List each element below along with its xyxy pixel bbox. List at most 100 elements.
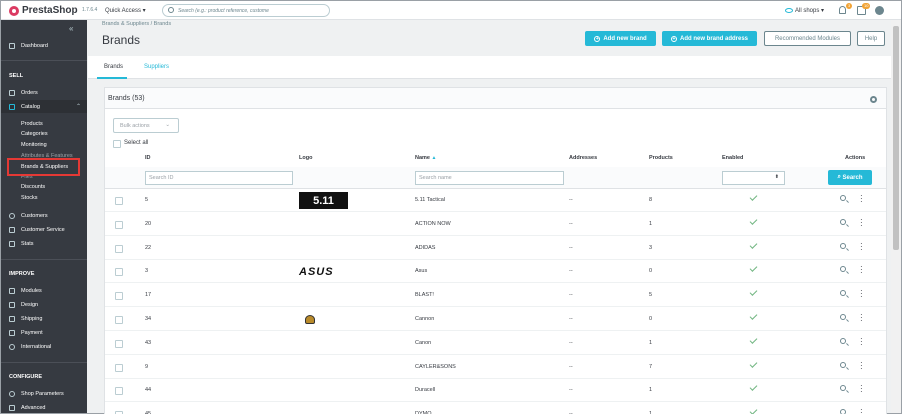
table-row[interactable]: 44 Duracell -- 1 · · · bbox=[105, 379, 886, 403]
add-brand-address-button[interactable]: + Add new brand address bbox=[662, 31, 757, 46]
more-actions-icon[interactable]: ··· bbox=[860, 406, 863, 414]
sidebar-item-customers[interactable]: Customers bbox=[1, 209, 87, 222]
plus-circle-icon: + bbox=[670, 35, 677, 42]
more-actions-icon[interactable]: ··· bbox=[860, 287, 863, 301]
more-actions-icon[interactable]: ··· bbox=[860, 263, 863, 277]
more-actions-icon[interactable]: ··· bbox=[860, 358, 863, 372]
tab-brands[interactable]: Brands bbox=[104, 64, 123, 70]
table-row[interactable]: 17 BLAST! -- 5 · · · bbox=[105, 284, 886, 308]
sidebar-item-customer-service[interactable]: Customer Service bbox=[1, 223, 87, 236]
row-checkbox[interactable] bbox=[115, 220, 123, 229]
table-row[interactable]: 20 ACTION NOW -- 1 · · · bbox=[105, 213, 886, 236]
view-zoom-icon[interactable] bbox=[840, 195, 846, 201]
more-actions-icon[interactable]: ··· bbox=[860, 334, 863, 348]
row-checkbox[interactable] bbox=[115, 363, 123, 372]
enabled-check-icon[interactable] bbox=[749, 312, 758, 320]
view-zoom-icon[interactable] bbox=[840, 361, 846, 368]
view-zoom-icon[interactable] bbox=[840, 385, 846, 392]
more-actions-icon[interactable]: ··· bbox=[860, 192, 863, 206]
table-row[interactable]: 5 5.11 5.11 Tactical -- 8 · · · bbox=[105, 189, 886, 212]
table-row[interactable]: 45DYMO--1··· bbox=[105, 403, 886, 414]
select-all-checkbox[interactable] bbox=[113, 140, 121, 148]
table-row[interactable]: 3 ASUS Asus -- 0 · · · bbox=[105, 260, 886, 284]
sidebar-item-modules[interactable]: Modules bbox=[1, 284, 87, 297]
enabled-check-icon[interactable] bbox=[749, 335, 758, 344]
collapse-sidebar-icon[interactable]: « bbox=[69, 24, 73, 33]
sidebar-item-shop-parameters[interactable]: Shop Parameters bbox=[1, 387, 87, 400]
user-avatar-icon[interactable] bbox=[875, 6, 884, 15]
filter-id-input[interactable]: Search ID bbox=[145, 171, 293, 185]
sidebar-item-stats[interactable]: Stats bbox=[1, 237, 87, 250]
inbox-icon bbox=[9, 89, 15, 96]
table-row[interactable]: 43 Canon -- 1 · · · bbox=[105, 332, 886, 355]
col-enabled[interactable]: Enabled bbox=[722, 155, 743, 161]
recommended-modules-button[interactable]: Recommended Modules bbox=[764, 31, 851, 46]
help-button[interactable]: Help bbox=[857, 31, 885, 46]
breadcrumb[interactable]: Brands & Suppliers / Brands bbox=[102, 21, 171, 27]
filter-enabled-select[interactable]: ⬍ bbox=[722, 171, 785, 185]
sidebar-item-advanced[interactable]: Advanced bbox=[1, 401, 87, 413]
enabled-check-icon[interactable] bbox=[749, 240, 758, 249]
view-zoom-icon[interactable] bbox=[840, 266, 846, 273]
col-id[interactable]: ID bbox=[145, 155, 151, 161]
submenu-stocks[interactable]: Stocks bbox=[21, 195, 38, 201]
sidebar-item-dashboard[interactable]: Dashboard bbox=[1, 39, 87, 52]
more-actions-icon[interactable]: ··· bbox=[860, 382, 863, 396]
view-zoom-icon[interactable] bbox=[840, 290, 846, 297]
row-checkbox[interactable] bbox=[115, 244, 123, 253]
all-shops-dropdown[interactable]: All shops ▾ bbox=[785, 7, 824, 14]
logo-text: PrestaShop bbox=[22, 5, 78, 16]
enabled-check-icon[interactable] bbox=[749, 288, 758, 297]
customers-badge: 10 bbox=[862, 3, 871, 9]
submenu-categories[interactable]: Categories bbox=[21, 131, 48, 137]
filter-name-input[interactable]: Search name bbox=[415, 171, 564, 185]
row-checkbox[interactable] bbox=[115, 339, 123, 348]
sidebar-item-design[interactable]: Design bbox=[1, 298, 87, 311]
quick-access-menu[interactable]: Quick Access ▾ bbox=[105, 7, 146, 14]
more-actions-icon[interactable]: ··· bbox=[860, 311, 863, 325]
view-zoom-icon[interactable] bbox=[840, 337, 846, 344]
view-zoom-icon[interactable] bbox=[840, 218, 846, 225]
table-row[interactable]: 9 CAYLER&SONS -- 7 · · · bbox=[105, 356, 886, 379]
search-input[interactable]: Search (e.g.: product reference, custome bbox=[162, 4, 330, 17]
prestashop-logo[interactable]: PrestaShop bbox=[9, 5, 78, 16]
row-checkbox[interactable] bbox=[115, 292, 123, 301]
enabled-check-icon[interactable] bbox=[749, 264, 758, 273]
sidebar-item-international[interactable]: International bbox=[1, 340, 87, 353]
gear-icon[interactable] bbox=[870, 96, 877, 103]
sidebar-item-payment[interactable]: Payment bbox=[1, 326, 87, 339]
col-products[interactable]: Products bbox=[649, 155, 673, 161]
scrollbar[interactable] bbox=[891, 20, 901, 413]
view-zoom-icon[interactable] bbox=[840, 242, 846, 249]
sidebar-item-shipping[interactable]: Shipping bbox=[1, 312, 87, 325]
bulk-actions-dropdown[interactable]: Bulk actions ⌄ bbox=[113, 118, 179, 133]
orders-notification-icon[interactable] bbox=[839, 6, 846, 14]
enabled-check-icon[interactable] bbox=[749, 383, 758, 392]
sidebar-item-catalog[interactable]: Catalog ⌃ bbox=[1, 100, 87, 113]
enabled-check-icon[interactable] bbox=[749, 359, 758, 368]
sidebar-item-orders[interactable]: Orders bbox=[1, 86, 87, 99]
enabled-check-icon[interactable] bbox=[749, 407, 758, 414]
enabled-check-icon[interactable] bbox=[749, 193, 758, 201]
view-zoom-icon[interactable] bbox=[840, 314, 846, 320]
add-brand-button[interactable]: + Add new brand bbox=[585, 31, 656, 46]
table-row[interactable]: 34 Cannon -- 0 · · · bbox=[105, 308, 886, 331]
row-checkbox[interactable] bbox=[115, 197, 123, 205]
table-row[interactable]: 22 ADIDAS -- 3 · · · bbox=[105, 237, 886, 260]
row-checkbox[interactable] bbox=[115, 316, 123, 324]
submenu-monitoring[interactable]: Monitoring bbox=[21, 142, 47, 148]
col-addresses[interactable]: Addresses bbox=[569, 155, 597, 161]
scrollbar-thumb[interactable] bbox=[893, 26, 899, 250]
row-checkbox[interactable] bbox=[115, 268, 123, 277]
submenu-products[interactable]: Products bbox=[21, 121, 43, 127]
filter-name-placeholder: Search name bbox=[419, 175, 452, 181]
submenu-discounts[interactable]: Discounts bbox=[21, 184, 45, 190]
search-button[interactable]: ⌕ Search bbox=[828, 170, 872, 185]
more-actions-icon[interactable]: ··· bbox=[860, 215, 863, 229]
enabled-check-icon[interactable] bbox=[749, 216, 758, 225]
col-name[interactable]: Name ▲ bbox=[415, 155, 436, 161]
more-actions-icon[interactable]: ··· bbox=[860, 239, 863, 253]
tab-suppliers[interactable]: Suppliers bbox=[144, 64, 169, 70]
view-zoom-icon[interactable] bbox=[840, 409, 846, 414]
row-checkbox[interactable] bbox=[115, 387, 123, 396]
